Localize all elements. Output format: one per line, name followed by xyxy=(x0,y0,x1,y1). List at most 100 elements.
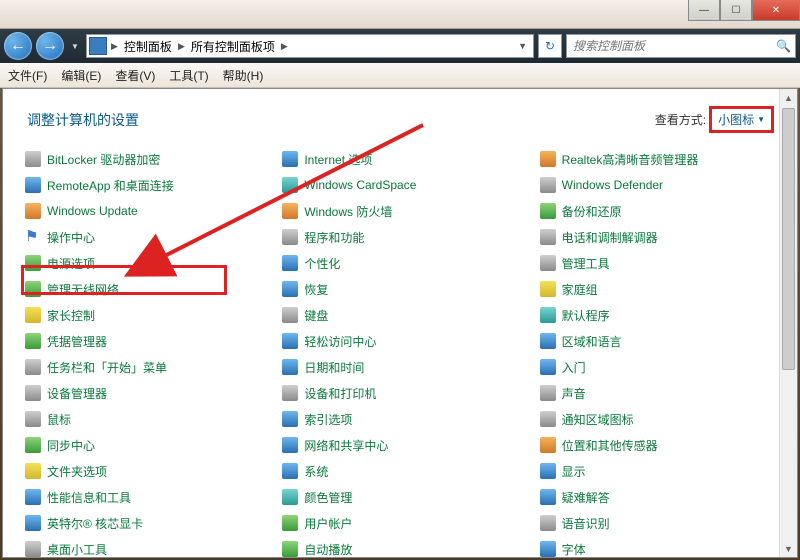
control-panel-item-firewall[interactable]: Windows 防火墙 xyxy=(278,198,529,224)
breadcrumb-sep-icon[interactable]: ▶ xyxy=(279,41,290,52)
maximize-button[interactable]: ☐ xyxy=(720,0,752,21)
control-panel-item-user-accounts[interactable]: 用户帐户 xyxy=(278,510,529,536)
control-panel-item-recovery[interactable]: 恢复 xyxy=(278,276,529,302)
close-button[interactable]: ✕ xyxy=(752,0,800,21)
control-panel-item-internet-options[interactable]: Internet 选项 xyxy=(278,146,529,172)
homegroup-icon xyxy=(540,281,556,297)
control-panel-item-folder-options[interactable]: 文件夹选项 xyxy=(21,458,272,484)
control-panel-item-intel-graphics[interactable]: 英特尔® 核芯显卡 xyxy=(21,510,272,536)
menu-tools[interactable]: 工具(T) xyxy=(169,67,208,84)
control-panel-item-sync-center[interactable]: 同步中心 xyxy=(21,432,272,458)
item-label: Windows Update xyxy=(47,204,138,218)
scroll-up-button[interactable]: ▲ xyxy=(780,89,797,106)
control-panel-item-admin-tools[interactable]: 管理工具 xyxy=(536,250,787,276)
item-label: 家庭组 xyxy=(562,281,598,298)
item-label: 鼠标 xyxy=(47,411,71,428)
control-panel-item-desktop-gadgets[interactable]: 桌面小工具 xyxy=(21,536,272,557)
vertical-scrollbar[interactable]: ▲ ▼ xyxy=(779,89,797,557)
item-label: 凭据管理器 xyxy=(47,333,107,350)
forward-button[interactable]: → xyxy=(36,32,64,60)
control-panel-item-location-sensors[interactable]: 位置和其他传感器 xyxy=(536,432,787,458)
control-panel-item-action-center[interactable]: 操作中心 xyxy=(21,224,272,250)
item-label: 位置和其他传感器 xyxy=(562,437,658,454)
item-label: 显示 xyxy=(562,463,586,480)
control-panel-item-autoplay[interactable]: 自动播放 xyxy=(278,536,529,557)
item-label: 网络和共享中心 xyxy=(304,437,388,454)
control-panel-item-windows-update[interactable]: Windows Update xyxy=(21,198,272,224)
control-panel-item-speech-recognition[interactable]: 语音识别 xyxy=(536,510,787,536)
item-label: 用户帐户 xyxy=(304,515,352,532)
minimize-button[interactable]: — xyxy=(688,0,720,21)
defender-icon xyxy=(540,177,556,193)
menu-help[interactable]: 帮助(H) xyxy=(223,67,264,84)
control-panel-item-personalization[interactable]: 个性化 xyxy=(278,250,529,276)
backup-restore-icon xyxy=(540,203,556,219)
control-panel-item-notification-icons[interactable]: 通知区域图标 xyxy=(536,406,787,432)
network-sharing-icon xyxy=(282,437,298,453)
control-panel-item-devices-printers[interactable]: 设备和打印机 xyxy=(278,380,529,406)
control-panel-item-network-sharing[interactable]: 网络和共享中心 xyxy=(278,432,529,458)
control-panel-item-credential-manager[interactable]: 凭据管理器 xyxy=(21,328,272,354)
item-label: Windows Defender xyxy=(562,178,663,192)
control-panel-item-phone-modem[interactable]: 电话和调制解调器 xyxy=(536,224,787,250)
recovery-icon xyxy=(282,281,298,297)
control-panel-item-device-manager[interactable]: 设备管理器 xyxy=(21,380,272,406)
refresh-button[interactable]: ↻ xyxy=(538,34,562,58)
item-label: 字体 xyxy=(562,541,586,558)
breadcrumb-sep-icon: ▶ xyxy=(109,41,120,52)
search-icon[interactable]: 🔍 xyxy=(776,39,791,53)
breadcrumb-sep-icon[interactable]: ▶ xyxy=(176,41,187,52)
address-bar[interactable]: ▶ 控制面板 ▶ 所有控制面板项 ▶ ▼ xyxy=(86,34,534,58)
control-panel-item-performance-info[interactable]: 性能信息和工具 xyxy=(21,484,272,510)
control-panel-item-power-options[interactable]: 电源选项 xyxy=(21,250,272,276)
control-panel-item-mouse[interactable]: 鼠标 xyxy=(21,406,272,432)
breadcrumb-item[interactable]: 控制面板 xyxy=(120,38,176,55)
search-box[interactable]: 🔍 xyxy=(566,34,796,58)
control-panel-item-troubleshooting[interactable]: 疑难解答 xyxy=(536,484,787,510)
devices-printers-icon xyxy=(282,385,298,401)
scroll-down-button[interactable]: ▼ xyxy=(780,540,797,557)
nav-history-dropdown[interactable]: ▼ xyxy=(68,36,82,56)
control-panel-item-bitlocker[interactable]: BitLocker 驱动器加密 xyxy=(21,146,272,172)
bitlocker-icon xyxy=(25,151,41,167)
control-panel-item-display[interactable]: 显示 xyxy=(536,458,787,484)
control-panel-item-backup-restore[interactable]: 备份和还原 xyxy=(536,198,787,224)
control-panel-item-date-time[interactable]: 日期和时间 xyxy=(278,354,529,380)
menu-view[interactable]: 查看(V) xyxy=(115,67,155,84)
control-panel-item-taskbar-startmenu[interactable]: 任务栏和「开始」菜单 xyxy=(21,354,272,380)
breadcrumb-item[interactable]: 所有控制面板项 xyxy=(187,38,279,55)
control-panel-item-region-language[interactable]: 区域和语言 xyxy=(536,328,787,354)
control-panel-item-sound[interactable]: 声音 xyxy=(536,380,787,406)
control-panel-item-indexing-options[interactable]: 索引选项 xyxy=(278,406,529,432)
scroll-track[interactable] xyxy=(780,106,797,540)
menu-file[interactable]: 文件(F) xyxy=(8,67,47,84)
control-panel-item-realtek-audio[interactable]: Realtek高清晰音频管理器 xyxy=(536,146,787,172)
control-panel-item-remoteapp[interactable]: RemoteApp 和桌面连接 xyxy=(21,172,272,198)
item-label: 备份和还原 xyxy=(562,203,622,220)
control-panel-item-default-programs[interactable]: 默认程序 xyxy=(536,302,787,328)
control-panel-item-programs-features[interactable]: 程序和功能 xyxy=(278,224,529,250)
address-dropdown-icon[interactable]: ▼ xyxy=(514,41,531,51)
control-panel-item-keyboard[interactable]: 键盘 xyxy=(278,302,529,328)
back-button[interactable]: ← xyxy=(4,32,32,60)
control-panel-item-getting-started[interactable]: 入门 xyxy=(536,354,787,380)
control-panel-item-wireless-networks[interactable]: 管理无线网络 xyxy=(21,276,272,302)
control-panel-item-cardspace[interactable]: Windows CardSpace xyxy=(278,172,529,198)
chevron-down-icon: ▼ xyxy=(757,115,765,124)
scroll-thumb[interactable] xyxy=(782,108,795,370)
control-panel-items: BitLocker 驱动器加密Internet 选项 Realtek高清晰音频管理… xyxy=(3,140,797,557)
control-panel-item-ease-of-access[interactable]: 轻松访问中心 xyxy=(278,328,529,354)
control-panel-item-parental-controls[interactable]: 家长控制 xyxy=(21,302,272,328)
control-panel-item-system[interactable]: 系统 xyxy=(278,458,529,484)
notification-icons-icon xyxy=(540,411,556,427)
menu-edit[interactable]: 编辑(E) xyxy=(61,67,101,84)
item-label: RemoteApp 和桌面连接 xyxy=(47,177,174,194)
control-panel-item-homegroup[interactable]: 家庭组 xyxy=(536,276,787,302)
date-time-icon xyxy=(282,359,298,375)
view-by-dropdown[interactable]: 小图标 ▼ xyxy=(710,107,773,132)
search-input[interactable] xyxy=(571,38,776,54)
control-panel-item-fonts[interactable]: 字体 xyxy=(536,536,787,557)
control-panel-item-defender[interactable]: Windows Defender xyxy=(536,172,787,198)
control-panel-item-color-management[interactable]: 颜色管理 xyxy=(278,484,529,510)
system-icon xyxy=(282,463,298,479)
